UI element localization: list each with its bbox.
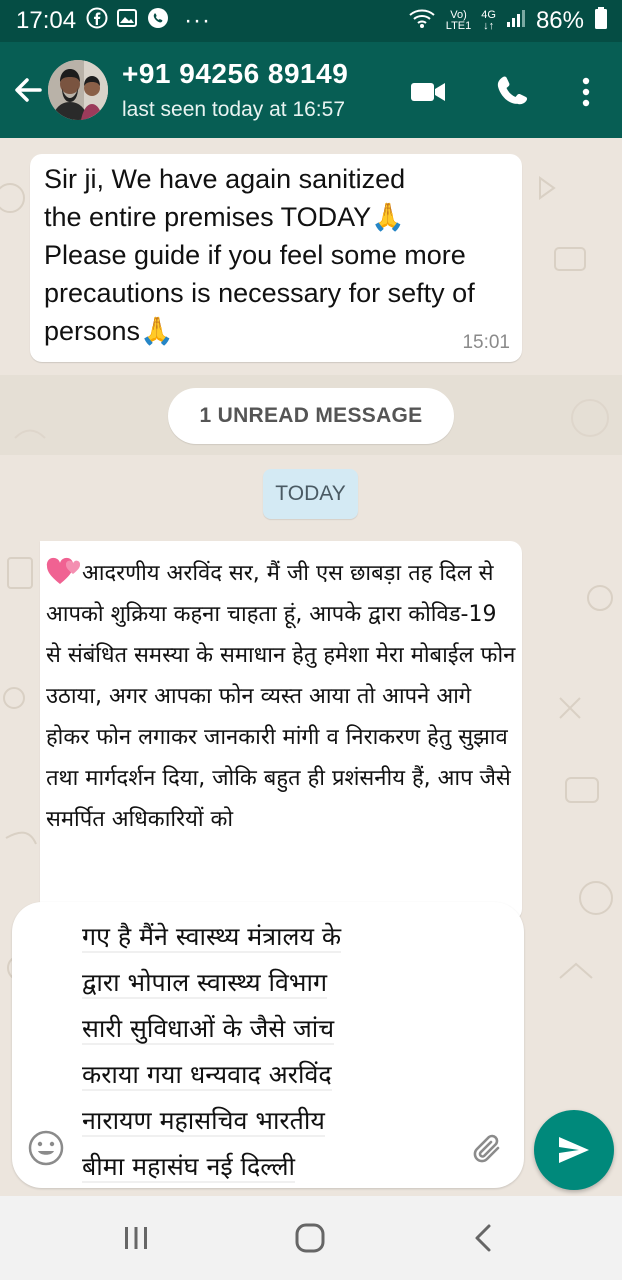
more-dots-icon: ··· (184, 7, 212, 34)
avatar[interactable] (48, 60, 108, 120)
system-navigation-bar (0, 1196, 622, 1280)
input-line: नारायण महासचिव भारतीय (82, 1106, 325, 1137)
send-button[interactable] (534, 1110, 614, 1190)
battery-percent: 86% (535, 7, 584, 34)
two-hearts-emoji-icon (46, 557, 81, 584)
date-separator: TODAY (263, 469, 358, 519)
lte-label: LTE1 (445, 20, 472, 32)
message-timestamp: 15:01 (462, 332, 510, 353)
last-seen-status: last seen today at 16:57 (122, 98, 345, 121)
video-call-icon[interactable] (408, 72, 448, 112)
back-icon[interactable] (464, 1218, 504, 1258)
message-bubble-incoming[interactable]: आदरणीय अरविंद सर, मैं जी एस छाबड़ा तह दि… (40, 541, 522, 921)
message-composer[interactable]: गए है मैंने स्वास्थ्य मंत्रालय के द्वारा… (12, 902, 524, 1188)
input-line: कराया गया धन्यवाद अरविंद (82, 1060, 332, 1091)
network-label: Vo) LTE1 (446, 10, 471, 32)
attachment-icon[interactable] (468, 1128, 508, 1168)
back-arrow-icon[interactable] (10, 72, 46, 108)
chat-header: +91 94256 89149 last seen today at 16:57 (0, 42, 622, 138)
message-text: Sir ji, We have again sanitized the enti… (44, 164, 475, 346)
network-type-label: 4G (481, 9, 496, 21)
network-type: 4G ↓↑ (481, 9, 496, 32)
signal-icon (506, 7, 526, 35)
voice-call-icon[interactable] (492, 72, 532, 112)
contact-name[interactable]: +91 94256 89149 (122, 58, 348, 90)
input-line: बीमा महासंघ नई दिल्ली (82, 1152, 295, 1183)
input-line: द्वारा भोपाल स्वास्थ्य विभाग (82, 968, 328, 999)
wifi-icon (408, 7, 436, 36)
input-line: गए है मैंने स्वास्थ्य मंत्रालय के (82, 922, 342, 953)
gallery-icon (116, 7, 138, 36)
home-icon[interactable] (290, 1218, 330, 1258)
message-input[interactable]: गए है मैंने स्वास्थ्य मंत्रालय के द्वारा… (82, 914, 462, 1188)
status-bar: 17:04 ··· Vo) LTE1 4G ↓↑ 86% (0, 0, 622, 42)
message-text: आदरणीय अरविंद सर, मैं जी एस छाबड़ा तह दि… (46, 561, 516, 832)
unread-messages-label: 1 UNREAD MESSAGE (168, 388, 454, 444)
message-text-container: आदरणीय अरविंद सर, मैं जी एस छाबड़ा तह दि… (46, 553, 516, 840)
message-bubble-incoming[interactable]: Sir ji, We have again sanitized the enti… (30, 154, 522, 362)
emoji-icon[interactable] (26, 1128, 66, 1168)
status-time: 17:04 (16, 7, 77, 34)
recent-apps-icon[interactable] (116, 1218, 156, 1258)
send-icon (559, 1137, 589, 1163)
battery-icon (594, 6, 608, 37)
facebook-icon (86, 7, 108, 36)
overflow-menu-icon[interactable] (566, 72, 606, 112)
input-line: सारी सुविधाओं के जैसे जांच (82, 1014, 335, 1045)
chat-area[interactable]: Sir ji, We have again sanitized the enti… (0, 138, 622, 1196)
whatsapp-icon (146, 6, 170, 37)
